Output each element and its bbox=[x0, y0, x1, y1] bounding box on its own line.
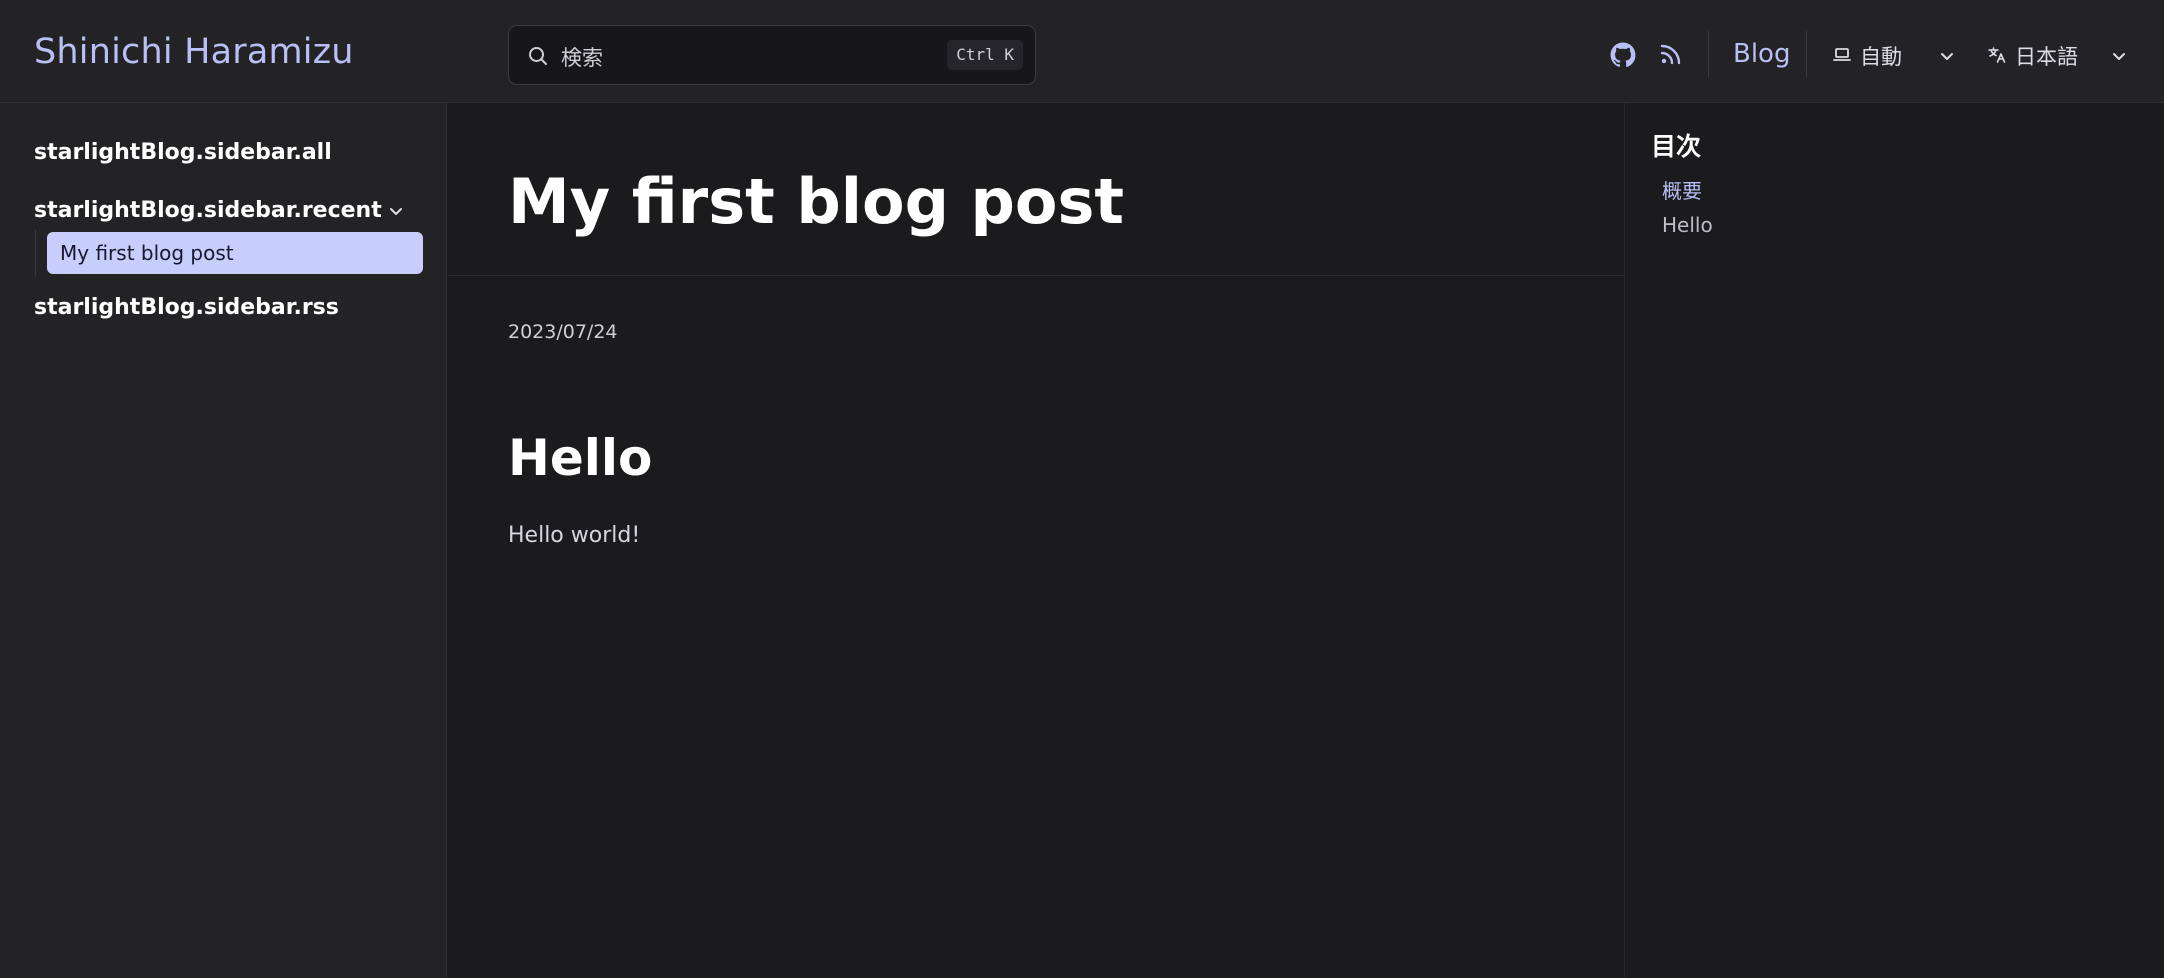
search-shortcut: Ctrl K bbox=[947, 40, 1023, 70]
sidebar-group-line bbox=[35, 230, 36, 276]
header-divider bbox=[1806, 31, 1807, 77]
laptop-icon bbox=[1832, 45, 1852, 65]
sidebar-item-current-post[interactable]: My first blog post bbox=[47, 232, 423, 274]
language-select[interactable]: 日本語 bbox=[1987, 40, 2132, 70]
post-date: 2023/07/24 bbox=[508, 321, 618, 343]
sidebar-item-rss[interactable]: starlightBlog.sidebar.rss bbox=[34, 295, 339, 320]
theme-select-value: 自動 bbox=[1860, 45, 1902, 69]
title-divider bbox=[448, 275, 1624, 276]
toc-title: 目次 bbox=[1651, 132, 1702, 161]
chevron-down-icon bbox=[2109, 46, 2129, 66]
site-title-link[interactable]: Shinichi Haramizu bbox=[34, 32, 354, 72]
theme-select[interactable]: 自動 bbox=[1832, 40, 1962, 70]
sidebar: starlightBlog.sidebar.all starlightBlog.… bbox=[0, 103, 447, 978]
page-title: My first blog post bbox=[508, 165, 1125, 238]
site-header: Shinichi Haramizu 検索 Ctrl K Blog 自動 日本語 bbox=[0, 0, 2164, 103]
search-icon bbox=[527, 45, 549, 67]
toc-item-hello[interactable]: Hello bbox=[1662, 213, 1713, 237]
chevron-down-icon[interactable] bbox=[385, 200, 407, 222]
language-select-value: 日本語 bbox=[2015, 45, 2078, 69]
rss-icon[interactable] bbox=[1659, 42, 1685, 68]
chevron-down-icon bbox=[1937, 46, 1957, 66]
search-placeholder: 検索 bbox=[561, 46, 603, 70]
blog-link[interactable]: Blog bbox=[1733, 39, 1790, 69]
translate-icon bbox=[1987, 45, 2007, 65]
sidebar-item-label: My first blog post bbox=[60, 241, 234, 265]
toc-item-overview[interactable]: 概要 bbox=[1662, 175, 1702, 204]
search-button[interactable]: 検索 Ctrl K bbox=[508, 25, 1036, 85]
section-heading: Hello bbox=[508, 429, 653, 487]
sidebar-item-all[interactable]: starlightBlog.sidebar.all bbox=[34, 140, 332, 165]
github-icon[interactable] bbox=[1610, 42, 1636, 68]
table-of-contents: 目次 概要 Hello bbox=[1624, 103, 2164, 978]
main-content: My first blog post 2023/07/24 Hello Hell… bbox=[448, 103, 1624, 978]
header-divider bbox=[1708, 31, 1709, 77]
paragraph: Hello world! bbox=[508, 523, 641, 548]
sidebar-group-recent[interactable]: starlightBlog.sidebar.recent bbox=[34, 198, 382, 223]
